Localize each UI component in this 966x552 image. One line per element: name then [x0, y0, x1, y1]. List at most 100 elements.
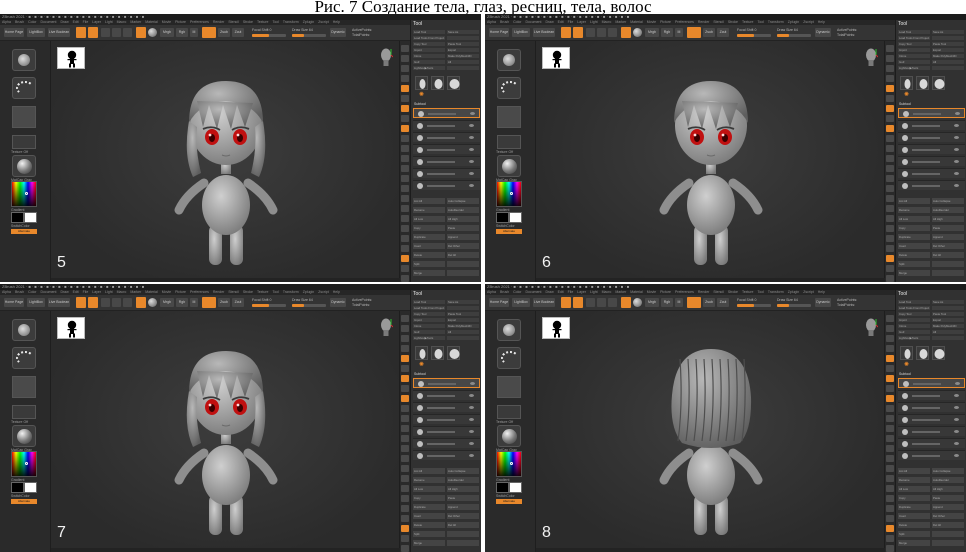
tool-thumbnail[interactable] [447, 76, 460, 90]
right-shelf-button[interactable] [401, 345, 409, 352]
eye-icon[interactable] [954, 172, 959, 175]
navigator-thumbnail[interactable] [57, 317, 85, 339]
tool-button[interactable]: Clone [413, 54, 445, 58]
right-shelf-button[interactable] [886, 255, 894, 262]
lightbox-button[interactable]: LightBox [27, 28, 45, 37]
menu-item[interactable]: Marker [615, 20, 626, 24]
menu-item[interactable]: Document [40, 290, 56, 294]
home-page-button[interactable]: Home Page [489, 28, 509, 37]
alpha-picker-button[interactable] [12, 106, 36, 128]
tool-button[interactable]: All [447, 330, 479, 334]
right-shelf-button[interactable] [401, 75, 409, 82]
right-shelf-button[interactable] [886, 165, 894, 172]
home-page-button[interactable]: Home Page [489, 298, 509, 307]
subtool-action-button[interactable]: All High [932, 216, 964, 222]
menu-item[interactable]: Marker [615, 290, 626, 294]
menu-item[interactable]: Preferences [190, 290, 209, 294]
subtool-action-button[interactable]: Split [413, 531, 445, 537]
eye-icon[interactable] [954, 124, 959, 127]
menu-item[interactable]: Stencil [228, 20, 239, 24]
menu-item[interactable]: Document [525, 20, 541, 24]
m-button[interactable]: M [190, 298, 198, 307]
tool-button[interactable] [447, 306, 479, 310]
tool-button[interactable]: Export [447, 318, 479, 322]
right-shelf-button[interactable] [401, 155, 409, 162]
tool-button[interactable]: Export [447, 48, 479, 52]
right-shelf-button[interactable] [401, 525, 409, 532]
draw-mode-button[interactable] [88, 27, 98, 38]
simplebrush-icon[interactable]: ✺ [419, 92, 429, 98]
secondary-color-swatch[interactable] [509, 212, 522, 223]
right-shelf-button[interactable] [401, 265, 409, 272]
edit-mode-button[interactable] [561, 297, 571, 308]
menu-item[interactable]: Edit [558, 20, 564, 24]
menu-item[interactable]: Layer [577, 290, 586, 294]
tool-button[interactable]: Export [932, 318, 964, 322]
m-button[interactable]: M [190, 28, 198, 37]
stroke-picker-button[interactable] [12, 77, 36, 99]
subtool-action-button[interactable]: Rename [413, 207, 445, 213]
tool-button[interactable]: Clone [898, 54, 930, 58]
menu-item[interactable]: Draw [545, 20, 553, 24]
menu-item[interactable]: Edit [73, 290, 79, 294]
menu-item[interactable]: Material [145, 290, 157, 294]
right-shelf-button[interactable] [401, 215, 409, 222]
subtool-action-button[interactable]: Del Other [932, 513, 964, 519]
document-viewport[interactable]: 8 [535, 311, 886, 552]
material-sphere-icon[interactable] [148, 298, 157, 307]
subtool-action-button[interactable]: AutoReorder [932, 207, 964, 213]
brush-picker-button[interactable] [497, 49, 521, 71]
edit-mode-button[interactable] [76, 297, 86, 308]
menu-item[interactable]: Edit [73, 20, 79, 24]
right-shelf-button[interactable] [886, 455, 894, 462]
subtool-item[interactable] [413, 144, 480, 154]
menu-item[interactable]: Picture [175, 20, 186, 24]
eye-icon[interactable] [470, 382, 475, 385]
right-shelf-button[interactable] [886, 465, 894, 472]
material-picker-button[interactable] [497, 425, 521, 447]
scale-mode-button[interactable] [112, 28, 121, 37]
menu-item[interactable]: Render [213, 290, 224, 294]
zadd-button[interactable] [202, 297, 216, 308]
right-shelf-button[interactable] [886, 485, 894, 492]
alternate-button[interactable]: Alternate [496, 229, 522, 234]
right-shelf-button[interactable] [401, 395, 409, 402]
subtool-action-button[interactable]: Auto Collapse [447, 468, 479, 474]
main-color-swatch[interactable] [496, 482, 509, 493]
right-shelf-button[interactable] [401, 125, 409, 132]
rotate-mode-button[interactable] [608, 298, 617, 307]
tool-thumbnail[interactable] [415, 346, 428, 360]
menu-item[interactable]: Render [698, 20, 709, 24]
subtool-action-button[interactable]: All High [932, 486, 964, 492]
tool-button[interactable]: Load Tool [413, 30, 445, 34]
edit-mode-button[interactable] [76, 27, 86, 38]
zadd-button[interactable] [687, 297, 701, 308]
navigator-thumbnail[interactable] [542, 47, 570, 69]
subtool-item[interactable] [898, 414, 965, 424]
rgb-button[interactable]: Rgb [176, 28, 188, 37]
m-button[interactable]: M [675, 28, 683, 37]
right-shelf-button[interactable] [401, 365, 409, 372]
right-shelf-button[interactable] [401, 355, 409, 362]
subtool-action-button[interactable]: Rename [413, 477, 445, 483]
tool-button[interactable]: Lightbox▶Tools [898, 336, 930, 340]
subtool-action-button[interactable]: Append [447, 234, 479, 240]
menu-item[interactable]: Layer [92, 290, 101, 294]
menu-item[interactable]: Movie [647, 290, 656, 294]
zcut-button[interactable]: Zcut [232, 28, 244, 37]
tool-button[interactable]: GoZ [898, 60, 930, 64]
right-shelf-button[interactable] [401, 325, 409, 332]
menu-item[interactable]: File [568, 290, 574, 294]
switch-color-label[interactable]: SwitchColor [496, 224, 515, 228]
right-shelf-button[interactable] [401, 135, 409, 142]
tool-button[interactable]: GoZ [413, 330, 445, 334]
document-viewport[interactable]: 6 [535, 41, 886, 282]
zadd-button[interactable] [202, 27, 216, 38]
tool-button[interactable] [932, 306, 964, 310]
menu-item[interactable]: Color [513, 20, 521, 24]
eye-icon[interactable] [469, 124, 474, 127]
menu-item[interactable]: Marker [130, 20, 141, 24]
tool-button[interactable]: All [932, 60, 964, 64]
eye-icon[interactable] [954, 394, 959, 397]
menu-item[interactable]: Tool [757, 20, 763, 24]
